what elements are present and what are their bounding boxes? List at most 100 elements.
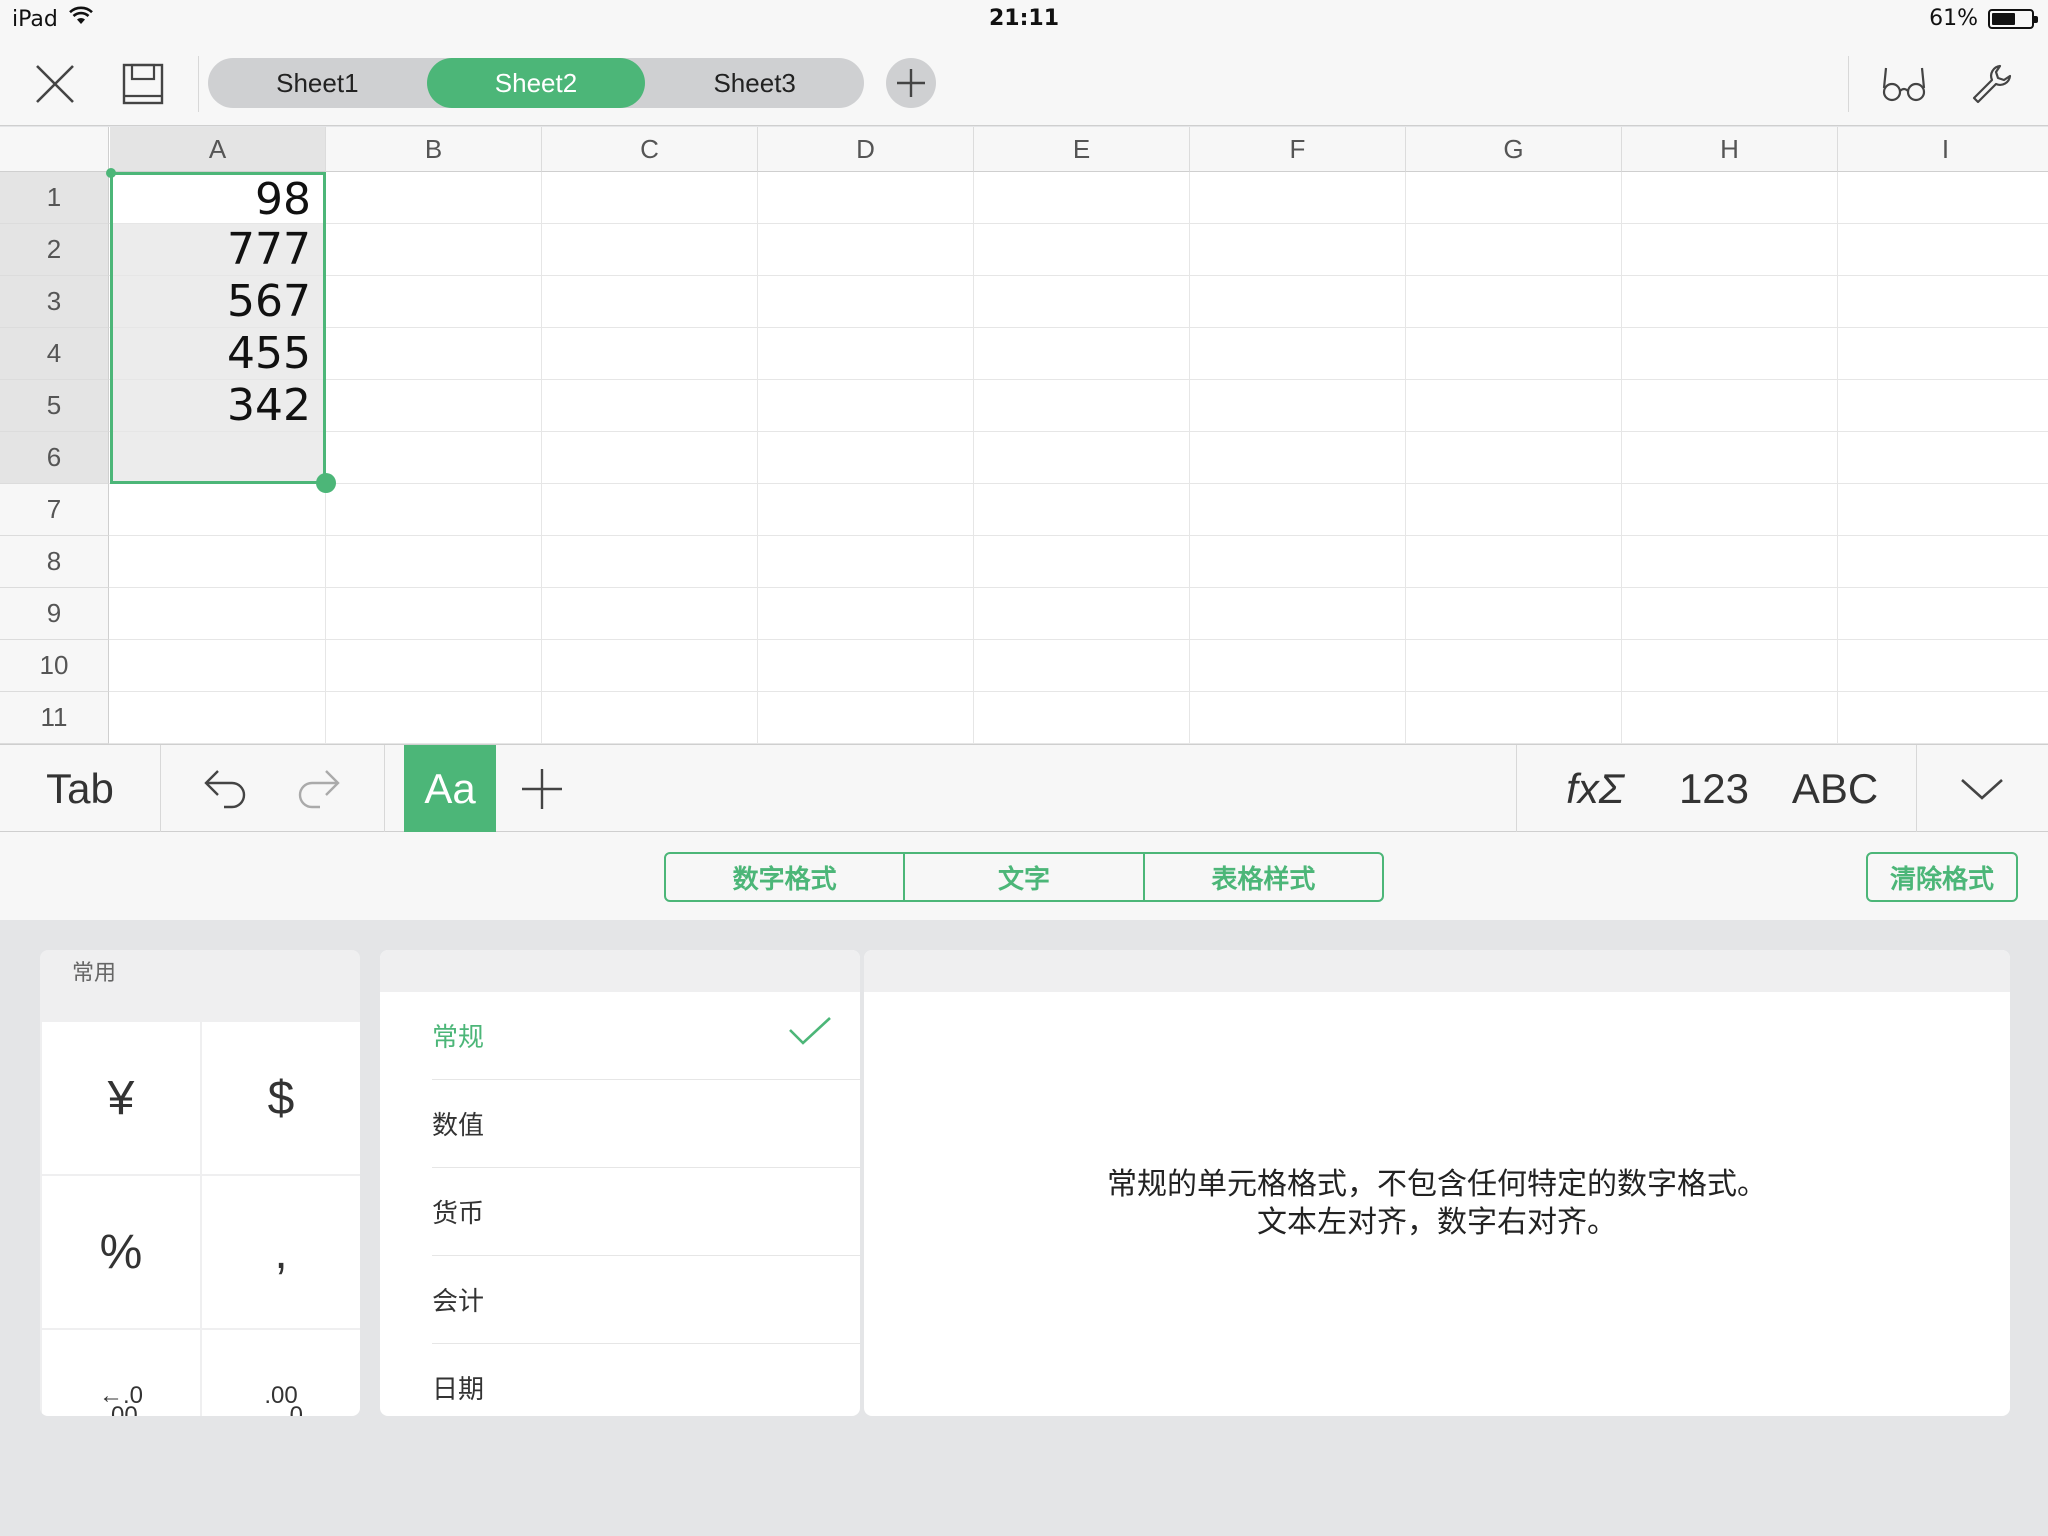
undo-icon[interactable] [186,745,266,833]
common-title: 常用 [72,961,117,986]
dollar-format-button[interactable]: $ [202,1022,360,1174]
column-header-c[interactable]: C [542,127,758,172]
grid-row-line [109,639,2048,640]
column-header-a[interactable]: A [110,127,326,172]
grid-column-line [1621,172,1622,744]
format-type-list: 常规 数值 货币 会计 日期 时间 [380,950,860,1416]
format-description-card: 常规的单元格格式，不包含任何特定的数字格式。 文本左对齐，数字右对齐。 [864,950,2010,1416]
toolbar-divider [1848,56,1849,112]
close-icon[interactable] [22,56,88,112]
list-item-label: 日期 [432,1375,485,1405]
grid-column-line [757,172,758,744]
top-toolbar: Sheet1 Sheet2 Sheet3 [0,40,2048,126]
percent-format-button[interactable]: % [42,1176,200,1328]
battery-icon [1988,8,2038,29]
edit-bar-divider [160,745,161,833]
cell-selection[interactable] [110,172,326,484]
edit-bar-divider [1916,745,1917,833]
grid-row-line [109,483,2048,484]
row-header-2[interactable]: 2 [0,224,109,276]
edit-bar-divider [1516,745,1517,833]
spreadsheet-grid[interactable]: ABCDEFGHI 1 2 3 4 5 6 7 8 9 10 11 98 777 567 455 342 [0,127,2048,744]
grid-column-line [973,172,974,744]
row-header-1[interactable]: 1 [0,172,109,224]
column-header-b[interactable]: B [326,127,542,172]
list-item-currency[interactable]: 货币 [432,1168,860,1256]
row-header-11[interactable]: 11 [0,692,109,744]
column-header-f[interactable]: F [1190,127,1406,172]
list-item-accounting[interactable]: 会计 [432,1256,860,1344]
increase-decimal-button[interactable]: ←.0 .00 [42,1330,200,1416]
list-item-label: 货币 [432,1199,485,1229]
row-header-9[interactable]: 9 [0,588,109,640]
font-style-button[interactable]: Aa [404,745,496,833]
format-description-line1: 常规的单元格格式，不包含任何特定的数字格式。 [1107,1167,1767,1202]
tab-sheet2[interactable]: Sheet2 [426,58,646,108]
decrease-decimal-button[interactable]: .00 →.0 [202,1330,360,1416]
text-keyboard-button[interactable]: ABC [1780,745,1890,833]
grid-column-line [1837,172,1838,744]
comma-format-button[interactable]: , [202,1176,360,1328]
grid-column-line [1189,172,1190,744]
grid-row-line [109,327,2048,328]
format-description-line2: 文本左对齐，数字右对齐。 [1257,1205,1617,1240]
grid-column-line [1405,172,1406,744]
list-item-label: 常规 [432,1023,485,1053]
row-header-7[interactable]: 7 [0,484,109,536]
tab-sheet3[interactable]: Sheet3 [645,58,864,108]
selection-handle-top[interactable] [106,168,116,178]
row-header-10[interactable]: 10 [0,640,109,692]
list-item-label: 会计 [432,1287,485,1317]
row-header-5[interactable]: 5 [0,380,109,432]
formula-button[interactable]: fxΣ [1540,745,1650,833]
list-item-general[interactable]: 常规 [432,992,860,1080]
battery-level [1992,12,2015,25]
grid-row-line [109,223,2048,224]
save-icon[interactable] [110,56,176,112]
clear-format-button[interactable]: 清除格式 [1866,852,2018,902]
row-header-6[interactable]: 6 [0,432,109,484]
list-item-number[interactable]: 数值 [432,1080,860,1168]
increase-decimal-bottom: .00 [104,1402,138,1417]
column-header-h[interactable]: H [1622,127,1838,172]
tab-number-format[interactable]: 数字格式 [666,854,906,900]
format-type-list-header [380,950,860,992]
format-panel: 常用 ¥ $ % , ←.0 .00 .00 →.0 常规 数值 货币 会计 日… [0,920,2048,1536]
selection-handle-bottom[interactable] [316,473,336,493]
number-keyboard-button[interactable]: 123 [1664,745,1764,833]
list-item-label: 数值 [432,1111,485,1141]
checkmark-icon [788,1016,832,1053]
column-header-g[interactable]: G [1406,127,1622,172]
grid-column-line [541,172,542,744]
yuan-format-button[interactable]: ¥ [42,1022,200,1174]
add-sheet-icon[interactable] [886,58,936,108]
column-header-e[interactable]: E [974,127,1190,172]
row-header-8[interactable]: 8 [0,536,109,588]
battery-percent: 61% [1929,6,1978,31]
grid-row-line [109,275,2048,276]
clock: 21:11 [988,6,1060,31]
row-header-4[interactable]: 4 [0,328,109,380]
edit-bar-divider [384,745,385,833]
common-formats-card: 常用 ¥ $ % , ←.0 .00 .00 →.0 [40,950,360,1416]
grid-row-line [109,691,2048,692]
insert-icon[interactable] [504,745,580,833]
grid-row-line [109,379,2048,380]
redo-icon[interactable] [278,745,358,833]
tab-sheet1[interactable]: Sheet1 [208,58,427,108]
format-segments: 数字格式 文字 表格样式 [664,852,1384,902]
grid-row-line [109,535,2048,536]
row-header-3[interactable]: 3 [0,276,109,328]
tab-key-button[interactable]: Tab [0,745,160,833]
reading-glasses-icon[interactable] [1874,56,1934,112]
wrench-icon[interactable] [1962,56,2022,112]
tab-table-style[interactable]: 表格样式 [1145,854,1382,900]
sheet-tabs: Sheet1 Sheet2 Sheet3 [208,58,864,108]
grid-corner[interactable] [0,127,109,172]
toolbar-divider [198,56,199,112]
tab-text[interactable]: 文字 [905,854,1145,900]
list-item-date[interactable]: 日期 [432,1344,860,1416]
column-header-d[interactable]: D [758,127,974,172]
column-header-i[interactable]: I [1838,127,2048,172]
collapse-keyboard-icon[interactable] [1930,745,2034,833]
